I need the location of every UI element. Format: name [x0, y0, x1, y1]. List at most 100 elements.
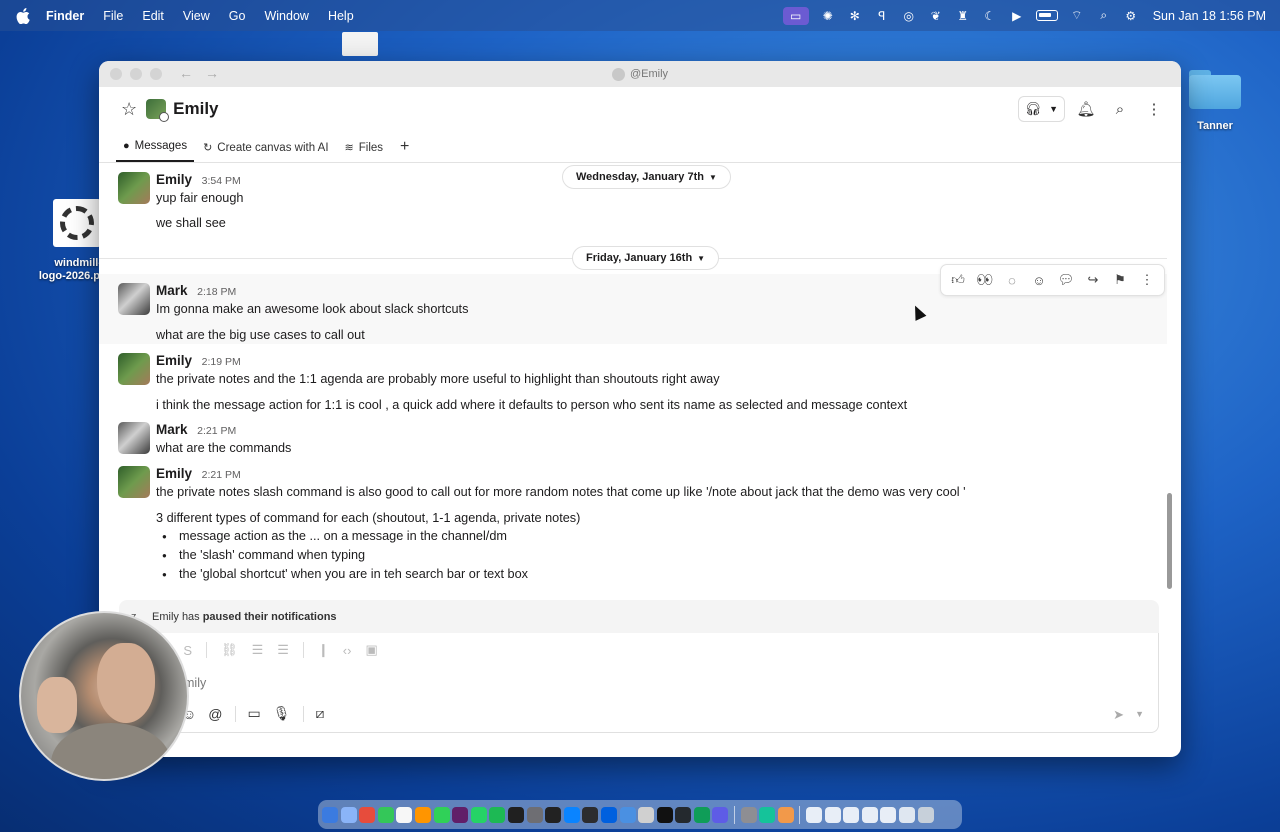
eyes-icon[interactable]: 👀︎ [974, 269, 996, 291]
battery-icon[interactable] [1035, 10, 1058, 21]
numbered-list-icon[interactable]: ☰ [252, 642, 264, 658]
desktop-file-label-line2[interactable]: logo-2026.p [38, 270, 100, 282]
desktop-file-icon[interactable] [53, 199, 101, 247]
microphone-icon[interactable]: 🎙︎ [273, 705, 291, 722]
play-icon[interactable]: ▶ [1009, 9, 1025, 23]
openai-icon[interactable]: ✺ [820, 9, 836, 23]
photos-icon[interactable] [414, 806, 431, 823]
code-icon[interactable]: ‹› [343, 643, 352, 658]
bulleted-list-icon[interactable]: ☰ [277, 642, 289, 658]
cursor-app-icon[interactable] [656, 806, 673, 823]
grammarly-icon[interactable]: ꟼ [874, 9, 890, 23]
message-composer[interactable]: U S ⛓ ☰ ☰ ❙ ‹› ▣ mily ☺ @ ▭ 🎙︎ ⧄ ➤ ▼ [119, 633, 1159, 733]
message-author[interactable]: Emily [156, 466, 192, 481]
send-icon[interactable]: ➤ [1113, 707, 1124, 723]
grammarly-dock-icon[interactable] [759, 806, 776, 823]
send-options-chevron-icon[interactable]: ▼ [1135, 709, 1144, 719]
message-author[interactable]: Mark [156, 283, 188, 298]
facetime-icon[interactable] [433, 806, 450, 823]
app-store-icon[interactable] [563, 806, 580, 823]
message-time[interactable]: 2:21 PM [197, 425, 236, 437]
message-time[interactable]: 2:18 PM [197, 286, 236, 298]
menu-go[interactable]: Go [229, 9, 246, 23]
video-icon[interactable]: ▭ [248, 705, 261, 722]
huddle-button[interactable]: 🎧︎ ▼ [1017, 96, 1065, 122]
perplexity-icon[interactable]: ✻ [847, 9, 863, 23]
avatar[interactable] [118, 283, 150, 315]
search-icon[interactable]: ⌕ [1107, 96, 1133, 122]
copilot-icon[interactable]: ◎ [901, 9, 917, 23]
tab-canvas[interactable]: ↻ Create canvas with AI [196, 141, 335, 162]
menu-window[interactable]: Window [264, 9, 308, 23]
avatar[interactable] [118, 466, 150, 498]
desktop-file-label-line1[interactable]: windmill- [40, 257, 102, 269]
scrollbar[interactable] [1167, 493, 1172, 589]
menu-app-finder[interactable]: Finder [46, 9, 84, 23]
menu-view[interactable]: View [183, 9, 210, 23]
desktop-folder-label[interactable]: Tanner [1190, 120, 1240, 132]
slash-command-icon[interactable]: ⧄ [316, 705, 325, 722]
close-window-button[interactable] [110, 68, 122, 80]
spotlight-icon[interactable]: ⌕ [1096, 8, 1112, 23]
strikethrough-icon[interactable]: S [183, 643, 192, 658]
slack-icon[interactable] [452, 806, 469, 823]
chatgpt-icon[interactable] [507, 806, 524, 823]
recent-file-1-icon[interactable] [806, 806, 823, 823]
reply-thread-icon[interactable]: 💬︎ [1055, 269, 1077, 291]
settings-icon[interactable] [526, 806, 543, 823]
trash-icon[interactable] [917, 806, 934, 823]
chrome-icon[interactable] [359, 806, 376, 823]
menu-file[interactable]: File [103, 9, 123, 23]
feather-icon[interactable]: ❦ [928, 9, 944, 23]
back-arrow-icon[interactable]: ← [179, 65, 193, 81]
link-icon[interactable]: ⛓ [221, 642, 238, 658]
recent-file-3-icon[interactable] [843, 806, 860, 823]
zoom-window-button[interactable] [150, 68, 162, 80]
loading-icon[interactable]: ◌ [1001, 269, 1023, 291]
apple-menu-icon[interactable] [16, 7, 30, 24]
menu-edit[interactable]: Edit [142, 9, 164, 23]
message-time[interactable]: 2:19 PM [202, 356, 241, 368]
desktop-screenshot-thumbnail[interactable] [342, 32, 378, 56]
launchpad-icon[interactable] [340, 806, 357, 823]
message-time[interactable]: 2:21 PM [202, 469, 241, 481]
webcam-overlay[interactable] [19, 611, 189, 781]
messages-icon[interactable] [377, 806, 394, 823]
wifi-icon[interactable]: ⌔ [1069, 8, 1085, 23]
avatar[interactable] [118, 353, 150, 385]
more-icon[interactable]: ⋮ [1136, 269, 1158, 291]
linear-icon[interactable] [712, 806, 729, 823]
tab-files[interactable]: ≋ Files [338, 141, 391, 162]
message-author[interactable]: Mark [156, 422, 188, 437]
channel-avatar[interactable] [146, 99, 170, 122]
date-divider-pill[interactable]: Friday, January 16th ▼ [572, 246, 720, 270]
preview-icon[interactable] [638, 806, 655, 823]
control-center-icon[interactable]: ⚙ [1123, 9, 1139, 23]
sketch-icon[interactable] [777, 806, 794, 823]
channel-name[interactable]: Emily [173, 99, 218, 119]
avatar[interactable] [118, 172, 150, 204]
forward-arrow-icon[interactable]: → [205, 65, 219, 81]
spotify-icon[interactable] [489, 806, 506, 823]
desktop-folder-icon[interactable] [1189, 70, 1241, 110]
onepassword-icon[interactable] [600, 806, 617, 823]
chevron-down-icon[interactable]: ▼ [1049, 104, 1058, 114]
message-author[interactable]: Emily [156, 172, 192, 187]
minimize-window-button[interactable] [130, 68, 142, 80]
github-desktop-icon[interactable] [675, 806, 692, 823]
whatsapp-icon[interactable] [470, 806, 487, 823]
forward-icon[interactable]: ↪ [1082, 269, 1104, 291]
date-divider-pill[interactable]: Wednesday, January 7th ▼ [562, 165, 731, 189]
bookmark-icon[interactable]: ⚑ [1109, 269, 1131, 291]
moon-icon[interactable]: ☾ [982, 9, 998, 23]
star-icon[interactable]: ☆ [121, 99, 137, 120]
add-reaction-icon[interactable]: ☺ [1028, 269, 1050, 291]
add-tab-icon[interactable]: + [392, 138, 417, 162]
run-icon[interactable]: ♜ [955, 9, 971, 23]
zoom-icon[interactable] [619, 806, 636, 823]
screen-recorder-icon[interactable] [740, 806, 757, 823]
recent-file-2-icon[interactable] [824, 806, 841, 823]
github-icon[interactable] [545, 806, 562, 823]
code-block-icon[interactable]: ▣ [365, 642, 377, 658]
recent-file-5-icon[interactable] [880, 806, 897, 823]
